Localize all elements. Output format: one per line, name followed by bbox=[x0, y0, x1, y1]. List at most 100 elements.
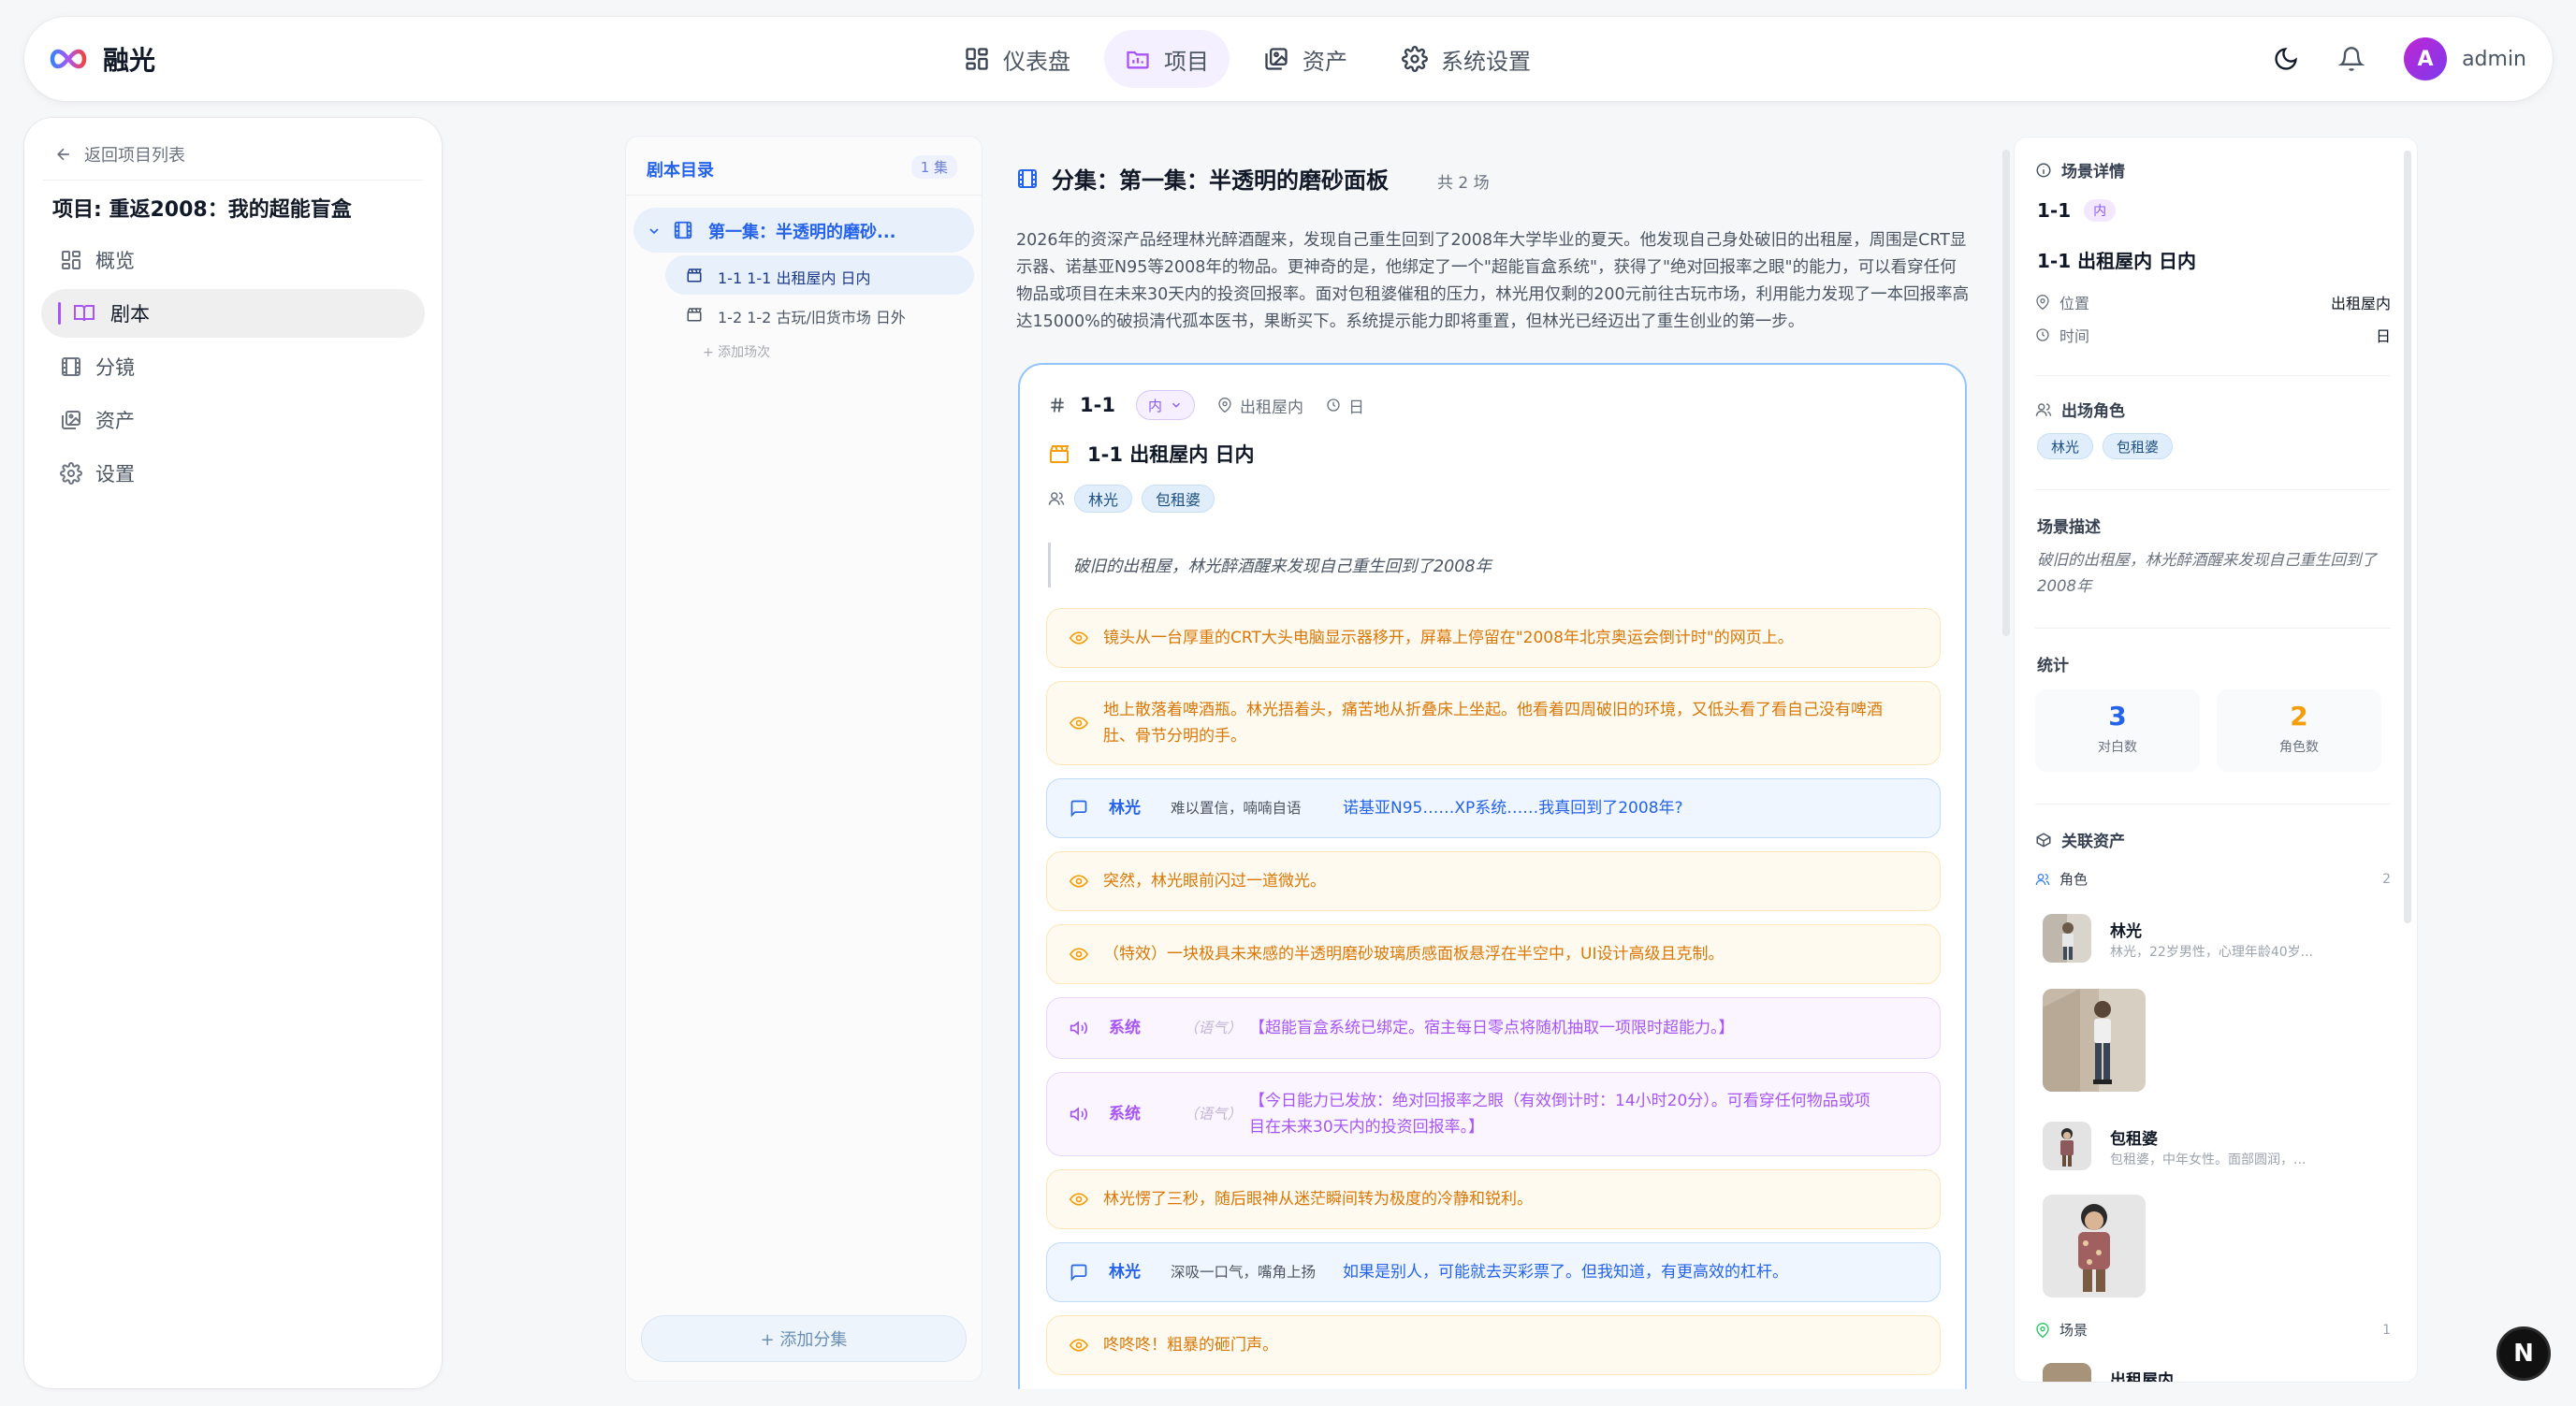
eye-icon bbox=[1070, 1339, 1088, 1352]
project-icon bbox=[1127, 51, 1149, 69]
character-tag[interactable]: 包租婆 bbox=[2103, 433, 2174, 459]
character-tag[interactable]: 包租婆 bbox=[1142, 485, 1215, 513]
system-block[interactable]: 系统 （语气） 【今日能力已发放：绝对回报率之眼（有效倒计时：14小时20分）。… bbox=[1046, 1072, 1941, 1156]
scene-time[interactable]: 日 bbox=[1326, 394, 1364, 417]
scene-location[interactable]: 出租屋内 bbox=[1217, 394, 1303, 417]
action-block[interactable]: 镜头从一台厚重的CRT大头电脑显示器移开，屏幕上停留在"2008年北京奥运会倒计… bbox=[1046, 608, 1941, 668]
brand[interactable]: 融光 bbox=[47, 17, 155, 101]
stats-title: 统计 bbox=[2037, 657, 2069, 675]
floating-n-button[interactable]: N bbox=[2496, 1326, 2551, 1381]
book-icon bbox=[74, 305, 95, 322]
back-to-projects-link[interactable]: 返回项目列表 bbox=[54, 142, 185, 167]
film-icon bbox=[1018, 168, 1037, 188]
action-block[interactable]: 地上散落着啤酒瓶。林光捂着头，痛苦地从折叠床上坐起。他看着四周破旧的环境，又低头… bbox=[1046, 681, 1941, 765]
dialog-block[interactable]: 林光 深吸一口气，嘴角上扬 如果是别人，可能就去买彩票了。但我知道，有更高效的杠… bbox=[1046, 1242, 1941, 1302]
stat-character-count: 2 角色数 bbox=[2217, 689, 2381, 772]
back-label: 返回项目列表 bbox=[84, 146, 185, 166]
user-menu[interactable]: A admin bbox=[2404, 37, 2526, 80]
character-image[interactable] bbox=[2043, 1195, 2146, 1297]
directory-title: 剧本目录 bbox=[647, 161, 714, 181]
roles-count: 2 bbox=[2382, 871, 2391, 887]
dialog-block[interactable]: 林光 难以置信，喃喃自语 诺基亚N95……XP系统……我真回到了2008年? bbox=[1046, 778, 1941, 838]
assets-title-text: 关联资产 bbox=[2061, 833, 2125, 851]
episode-item[interactable]: 第一集：半透明的磨砂... bbox=[633, 208, 974, 253]
action-block[interactable]: 咚咚咚！粗暴的砸门声。 bbox=[1046, 1315, 1941, 1375]
sidebar-item-settings[interactable]: 设置 bbox=[41, 449, 425, 498]
scene-heading-text: 1-1 出租屋内 日内 bbox=[1087, 443, 1255, 466]
moon-icon[interactable] bbox=[2273, 46, 2299, 72]
bell-icon[interactable] bbox=[2338, 46, 2365, 72]
scene-label: 1-2 1-2 古玩/旧货市场 日外 bbox=[718, 309, 906, 326]
info-icon bbox=[2036, 163, 2051, 177]
map-pin-icon bbox=[1218, 398, 1231, 413]
scene-card: 1-1 内 出租屋内 日 1-1 出租屋内 日内 林光 包租婆 破旧的出租屋，林… bbox=[1018, 363, 1967, 1389]
detail-divider bbox=[2035, 489, 2391, 490]
clapperboard-icon bbox=[687, 268, 702, 283]
users-icon bbox=[1048, 492, 1065, 505]
scenes-count: 1 bbox=[2382, 1322, 2391, 1338]
infinity-logo-icon bbox=[50, 49, 87, 69]
action-block[interactable]: 林光愣了三秒，随后眼神从迷茫瞬间转为极度的冷静和锐利。 bbox=[1046, 1169, 1941, 1229]
speaker-name: 林光 bbox=[1109, 1263, 1141, 1282]
nav-assets[interactable]: 资产 bbox=[1243, 30, 1368, 88]
eye-icon bbox=[1070, 875, 1088, 888]
inout-badge: 内 bbox=[2084, 199, 2117, 222]
script-directory-panel: 剧本目录 1 集 第一集：半透明的磨砂... 1-1 1-1 出租屋内 日内 1… bbox=[625, 136, 982, 1382]
stat-label: 角色数 bbox=[2279, 740, 2319, 755]
asset-item[interactable]: 包租婆 包租婆，中年女性。面部圆润，... bbox=[2043, 1122, 2389, 1180]
gear-icon bbox=[60, 462, 82, 485]
action-text: （特效）一块极具未来感的半透明磨砂玻璃质感面板悬浮在半空中，UI设计高级且克制。 bbox=[1103, 945, 1725, 964]
eye-icon bbox=[1070, 1193, 1088, 1206]
asset-item[interactable]: 出租屋内 bbox=[2043, 1363, 2389, 1382]
sidebar-item-label: 资产 bbox=[95, 410, 135, 432]
sidebar-item-label: 概览 bbox=[95, 250, 135, 272]
scene-detail-panel: 场景详情 1-1 内 1-1 出租屋内 日内 位置 出租屋内 时间 日 出场角色… bbox=[2014, 137, 2418, 1383]
action-block[interactable]: 突然，林光眼前闪过一道微光。 bbox=[1046, 851, 1941, 911]
film-icon bbox=[674, 221, 692, 239]
detail-heading: 1-1 出租屋内 日内 bbox=[2037, 250, 2197, 272]
main-scrollbar[interactable] bbox=[2002, 150, 2010, 636]
add-episode-button[interactable]: + 添加分集 bbox=[641, 1315, 967, 1362]
time-value: 日 bbox=[2375, 327, 2391, 345]
clock-icon bbox=[1327, 399, 1340, 412]
sidebar-item-assets[interactable]: 资产 bbox=[41, 396, 425, 444]
speaker-icon bbox=[1070, 1107, 1088, 1122]
project-sidebar: 返回项目列表 项目: 重返2008：我的超能盲盒 概览 剧本 分镜 资产 设置 bbox=[24, 118, 442, 1388]
character-tag[interactable]: 林光 bbox=[2037, 433, 2094, 459]
box-icon bbox=[2036, 832, 2051, 848]
username: admin bbox=[2462, 47, 2526, 71]
project-title: 项目: 重返2008：我的超能盲盒 bbox=[52, 198, 352, 222]
hash-icon bbox=[1051, 398, 1064, 413]
scene-label: 1-1 1-1 出租屋内 日内 bbox=[718, 269, 871, 287]
sidebar-item-storyboard[interactable]: 分镜 bbox=[41, 342, 425, 391]
nav-assets-label: 资产 bbox=[1303, 48, 1347, 75]
character-image[interactable] bbox=[2043, 989, 2146, 1092]
scene-heading: 1-1 出租屋内 日内 bbox=[1048, 440, 1255, 468]
sidebar-item-script[interactable]: 剧本 bbox=[41, 289, 425, 338]
scene-item[interactable]: 1-1 1-1 出租屋内 日内 bbox=[665, 255, 974, 295]
asset-item[interactable]: 林光 林光，22岁男性，心理年龄40岁... bbox=[2043, 914, 2389, 972]
nav-settings[interactable]: 系统设置 bbox=[1381, 30, 1551, 88]
nav-dashboard[interactable]: 仪表盘 bbox=[943, 30, 1091, 88]
character-thumbnail bbox=[2043, 1122, 2091, 1170]
eye-icon bbox=[1070, 631, 1088, 645]
stat-value: 2 bbox=[2290, 701, 2308, 732]
nav-project[interactable]: 项目 bbox=[1104, 30, 1230, 88]
message-icon bbox=[1070, 800, 1087, 818]
action-block[interactable]: （特效）一块极具未来感的半透明磨砂玻璃质感面板悬浮在半空中，UI设计高级且克制。 bbox=[1046, 924, 1941, 984]
inout-select[interactable]: 内 bbox=[1135, 390, 1195, 420]
chevron-down-icon[interactable] bbox=[647, 224, 662, 239]
inout-value: 内 bbox=[1147, 397, 1162, 414]
system-block[interactable]: 系统 （语气） 【超能盲盒系统已绑定。宿主每日零点将随机抽取一项限时超能力。】 bbox=[1046, 997, 1941, 1059]
scene-item[interactable]: 1-2 1-2 古玩/旧货市场 日外 bbox=[665, 295, 974, 334]
sidebar-item-label: 剧本 bbox=[110, 303, 150, 326]
time-label: 时间 bbox=[2059, 327, 2090, 345]
roles-label: 角色 bbox=[2059, 871, 2088, 888]
add-scene-button[interactable]: + 添加场次 bbox=[703, 342, 770, 361]
dashboard-icon bbox=[966, 48, 988, 70]
character-tag[interactable]: 林光 bbox=[1074, 485, 1133, 513]
detail-scrollbar[interactable] bbox=[2404, 151, 2411, 923]
sidebar-item-overview[interactable]: 概览 bbox=[41, 236, 425, 284]
assets-icon bbox=[1265, 48, 1288, 70]
detail-title: 场景详情 bbox=[2035, 158, 2125, 181]
